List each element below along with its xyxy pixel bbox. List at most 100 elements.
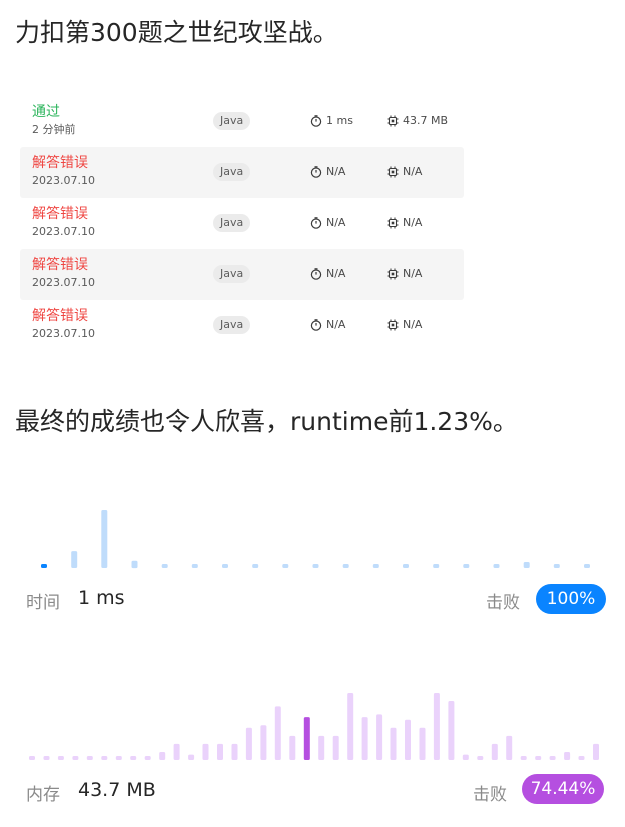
chart-bar: [101, 510, 108, 568]
runtime-distribution-chart: [24, 486, 606, 570]
runtime-value: N/A: [326, 216, 346, 229]
chart-bar: [260, 725, 267, 760]
submission-row[interactable]: 解答错误 2023.07.10 Java N/A N/A: [20, 249, 464, 300]
chart-bar: [342, 564, 349, 568]
chart-bar: [520, 756, 527, 760]
chart-bar: [222, 564, 228, 568]
chart-bar: [274, 706, 281, 760]
chart-bar: [282, 564, 289, 568]
chart-bar: [217, 743, 223, 760]
submission-status[interactable]: 解答错误: [32, 206, 88, 223]
chart-bar: [463, 564, 470, 568]
runtime-value: 1 ms: [326, 114, 353, 127]
memory-label: 内存: [26, 785, 60, 805]
chart-bar: [173, 743, 180, 760]
submission-time: 2023.07.10: [32, 327, 95, 340]
runtime-value: N/A: [326, 318, 346, 331]
memory-value: N/A: [403, 216, 423, 229]
chart-bar: [101, 756, 108, 760]
chart-bar: [564, 752, 571, 760]
chart-bar: [390, 727, 397, 760]
chart-bar: [41, 564, 47, 568]
chart-bar: [130, 756, 137, 760]
chip-icon: [387, 319, 399, 331]
submission-status[interactable]: 解答错误: [32, 257, 88, 274]
chart-bar: [57, 756, 64, 760]
chart-bar: [202, 743, 209, 760]
chart-bar: [535, 756, 542, 760]
submission-time: 2023.07.10: [32, 174, 95, 187]
chart-bar: [191, 564, 198, 568]
chart-bar: [523, 562, 530, 568]
memory-value: N/A: [403, 165, 423, 178]
chart-bar: [161, 564, 168, 568]
clock-icon: [310, 166, 322, 178]
chart-bar: [462, 754, 469, 760]
chip-icon: [387, 115, 399, 127]
chart-bar: [303, 717, 310, 760]
chart-bar: [376, 714, 383, 760]
chart-bar: [372, 564, 379, 568]
chip-icon: [387, 166, 399, 178]
chart-bar: [231, 743, 238, 760]
submission-time: 2023.07.10: [32, 276, 95, 289]
language-badge: Java: [213, 163, 251, 181]
chart-bar: [578, 756, 585, 760]
memory-beats-badge[interactable]: 74.44%: [522, 774, 604, 804]
chart-bar: [289, 735, 296, 760]
chart-bar: [245, 727, 252, 760]
submission-row[interactable]: 解答错误 2023.07.10 Java N/A N/A: [20, 198, 464, 249]
language-badge: Java: [213, 112, 251, 130]
submission-row[interactable]: 解答错误 2023.07.10 Java N/A N/A: [20, 147, 464, 198]
language-badge: Java: [213, 316, 251, 334]
language-badge: Java: [213, 214, 251, 232]
submission-status[interactable]: 解答错误: [32, 155, 88, 172]
chart-bar: [549, 756, 556, 760]
memory-stat-value: 43.7 MB: [78, 779, 156, 801]
chart-bar: [361, 717, 368, 760]
submission-status[interactable]: 通过: [32, 104, 60, 121]
chart-bar: [448, 701, 455, 760]
chart-bar: [332, 735, 339, 760]
runtime-beats-badge[interactable]: 100%: [536, 584, 606, 614]
memory-beats-label: 击败: [473, 785, 507, 805]
chart-bar: [433, 693, 440, 760]
memory-value: N/A: [403, 267, 423, 280]
chart-bar: [318, 735, 325, 760]
chart-bar: [86, 756, 93, 760]
chart-bar: [159, 752, 166, 760]
memory-value: N/A: [403, 318, 423, 331]
chart-bar: [593, 743, 599, 760]
submission-row[interactable]: 解答错误 2023.07.10 Java N/A N/A: [20, 300, 464, 351]
chart-bar: [29, 756, 35, 760]
chart-bar: [72, 756, 79, 760]
chart-bar: [71, 551, 78, 568]
chart-bar: [553, 564, 560, 568]
chart-bar: [433, 564, 440, 568]
runtime-value: N/A: [326, 165, 346, 178]
chart-bar: [312, 564, 319, 568]
memory-distribution-chart: [24, 676, 606, 762]
memory-bars: [29, 693, 599, 760]
chart-bar: [131, 560, 138, 569]
runtime-beats-label: 击败: [486, 593, 520, 613]
submission-status[interactable]: 解答错误: [32, 308, 88, 325]
clock-icon: [310, 319, 322, 331]
chart-bar: [419, 727, 426, 760]
chart-bar: [115, 756, 122, 760]
submission-time: 2023.07.10: [32, 225, 95, 238]
chart-bar: [144, 756, 151, 760]
submission-row[interactable]: 通过 2 分钟前 Java 1 ms 43.7 MB: [20, 96, 464, 147]
chart-bar: [252, 564, 259, 568]
chart-bar: [584, 564, 590, 568]
chart-bar: [188, 754, 195, 760]
clock-icon: [310, 115, 322, 127]
chip-icon: [387, 268, 399, 280]
runtime-stat-value: 1 ms: [78, 587, 125, 609]
submission-list: 通过 2 分钟前 Java 1 ms 43.7 MB 解答错误 2023.07.…: [20, 96, 464, 351]
chart-bar: [403, 564, 409, 568]
chart-bar: [347, 693, 354, 760]
language-badge: Java: [213, 265, 251, 283]
submission-time: 2 分钟前: [32, 123, 76, 136]
runtime-label: 时间: [26, 593, 60, 613]
